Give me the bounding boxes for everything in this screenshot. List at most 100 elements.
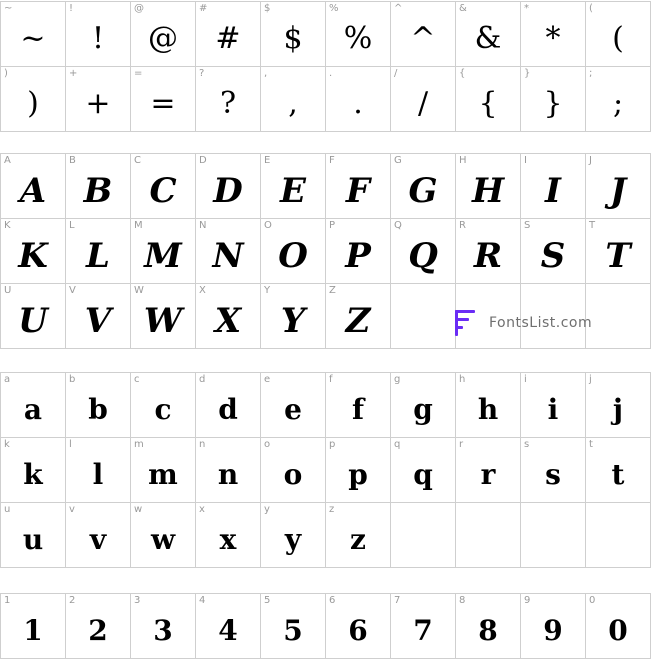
glyph-sample: ? [219, 86, 237, 121]
glyph-sample: s [545, 458, 561, 491]
glyph-sample: $ [283, 21, 303, 56]
glyph-sample: v [89, 523, 107, 556]
glyph-cell: * * [520, 1, 586, 67]
glyph-key-label: Y [264, 285, 271, 296]
glyph-sample: g [413, 393, 433, 426]
glyph-sample: b [88, 393, 108, 426]
glyph-cell: ,, [260, 66, 326, 132]
glyph-key-label: K [4, 220, 11, 231]
glyph-key-label: x [199, 504, 205, 515]
glyph-key-label: N [199, 220, 207, 231]
glyph-key-label: f [329, 374, 333, 385]
glyph-cell: aa [0, 372, 66, 438]
glyph-sample: * [545, 21, 561, 56]
glyph-sample: D [213, 171, 243, 211]
glyph-key-label: ~ [4, 3, 13, 14]
glyph-key-label: 8 [459, 595, 466, 606]
glyph-cell: uu [0, 502, 66, 568]
glyph-sample: O [278, 236, 308, 276]
glyph-sample: e [284, 393, 302, 426]
glyph-cell: NN [195, 218, 261, 284]
glyph-cell: HH [455, 153, 521, 219]
glyph-cell: zz [325, 502, 391, 568]
glyph-key-label: S [524, 220, 531, 231]
glyph-sample: } [543, 86, 563, 121]
glyph-cell: VV [65, 283, 131, 349]
glyph-cell: 77 [390, 593, 456, 659]
glyph-cell: AA [0, 153, 66, 219]
lowercase-row: kkllmmnnooppqqrrsstt [0, 437, 651, 503]
glyph-sample: Y [280, 301, 306, 341]
glyph-cell: 55 [260, 593, 326, 659]
glyph-sample: q [413, 458, 433, 491]
glyph-sample: Q [408, 236, 438, 276]
glyph-cell: FF [325, 153, 391, 219]
glyph-sample: S [540, 236, 566, 276]
glyph-sample: 3 [153, 614, 173, 647]
glyph-sample: x [219, 523, 237, 556]
glyph-key-label: } [524, 68, 531, 79]
glyph-cell: RR [455, 218, 521, 284]
glyph-cell: oo [260, 437, 326, 503]
glyph-key-label: P [329, 220, 336, 231]
punctuation-row: )) + + = =??,,.. / /{{}};; [0, 66, 651, 132]
glyph-cell: 33 [130, 593, 196, 659]
glyph-sample: m [148, 458, 178, 491]
glyph-cell: II [520, 153, 586, 219]
glyph-cell: %% [325, 1, 391, 67]
glyph-key-label: a [4, 374, 11, 385]
glyph-key-label: I [524, 155, 527, 166]
fontslist-logo-icon [453, 310, 475, 336]
glyph-cell: yy [260, 502, 326, 568]
glyph-key-label: @ [134, 3, 144, 14]
glyph-key-label: = [134, 68, 143, 79]
glyph-sample: A [19, 171, 47, 211]
glyph-key-label: % [329, 3, 339, 14]
glyph-sample: + [85, 86, 111, 121]
glyph-sample: H [471, 171, 505, 211]
glyph-cell: OO [260, 218, 326, 284]
empty-cell [455, 502, 521, 568]
glyph-cell: EE [260, 153, 326, 219]
glyph-key-label: p [329, 439, 336, 450]
glyph-key-label: k [4, 439, 10, 450]
glyph-sample: X [214, 301, 242, 341]
digits-section: 11223344556677889900 [0, 593, 651, 659]
glyph-key-label: z [329, 504, 335, 515]
glyph-key-label: g [394, 374, 401, 385]
glyph-key-label: l [69, 439, 72, 450]
glyph-key-label: O [264, 220, 272, 231]
glyph-cell: / / [390, 66, 456, 132]
empty-cell [390, 502, 456, 568]
glyph-cell: (( [585, 1, 651, 67]
glyph-sample: ~ [20, 21, 46, 56]
glyph-key-label: F [329, 155, 335, 166]
glyph-cell: QQ [390, 218, 456, 284]
glyph-cell: CC [130, 153, 196, 219]
glyph-sample: L [86, 236, 110, 276]
glyph-sample: f [351, 393, 365, 426]
glyph-sample: k [23, 458, 43, 491]
glyph-sample: w [150, 523, 176, 556]
glyph-sample: l [92, 458, 104, 491]
glyph-key-label: m [134, 439, 144, 450]
glyph-key-label: j [589, 374, 592, 385]
glyph-sample: = [150, 86, 176, 121]
glyph-key-label: , [264, 68, 268, 79]
glyph-cell: 11 [0, 593, 66, 659]
lowercase-row: aabbccddeeffgghhiijj [0, 372, 651, 438]
glyph-key-label: 2 [69, 595, 76, 606]
glyph-cell: + + [65, 66, 131, 132]
glyph-key-label: C [134, 155, 141, 166]
glyph-cell: ff [325, 372, 391, 438]
glyph-sample: , [288, 86, 298, 121]
glyph-cell: 66 [325, 593, 391, 659]
glyph-key-label: & [459, 3, 467, 14]
glyph-sample: r [480, 458, 496, 491]
glyph-sample: I [545, 171, 561, 211]
glyph-cell: PP [325, 218, 391, 284]
glyph-cell: UU [0, 283, 66, 349]
glyph-key-label: U [4, 285, 12, 296]
glyph-sample: B [83, 171, 113, 211]
glyph-sample: ) [27, 86, 39, 121]
